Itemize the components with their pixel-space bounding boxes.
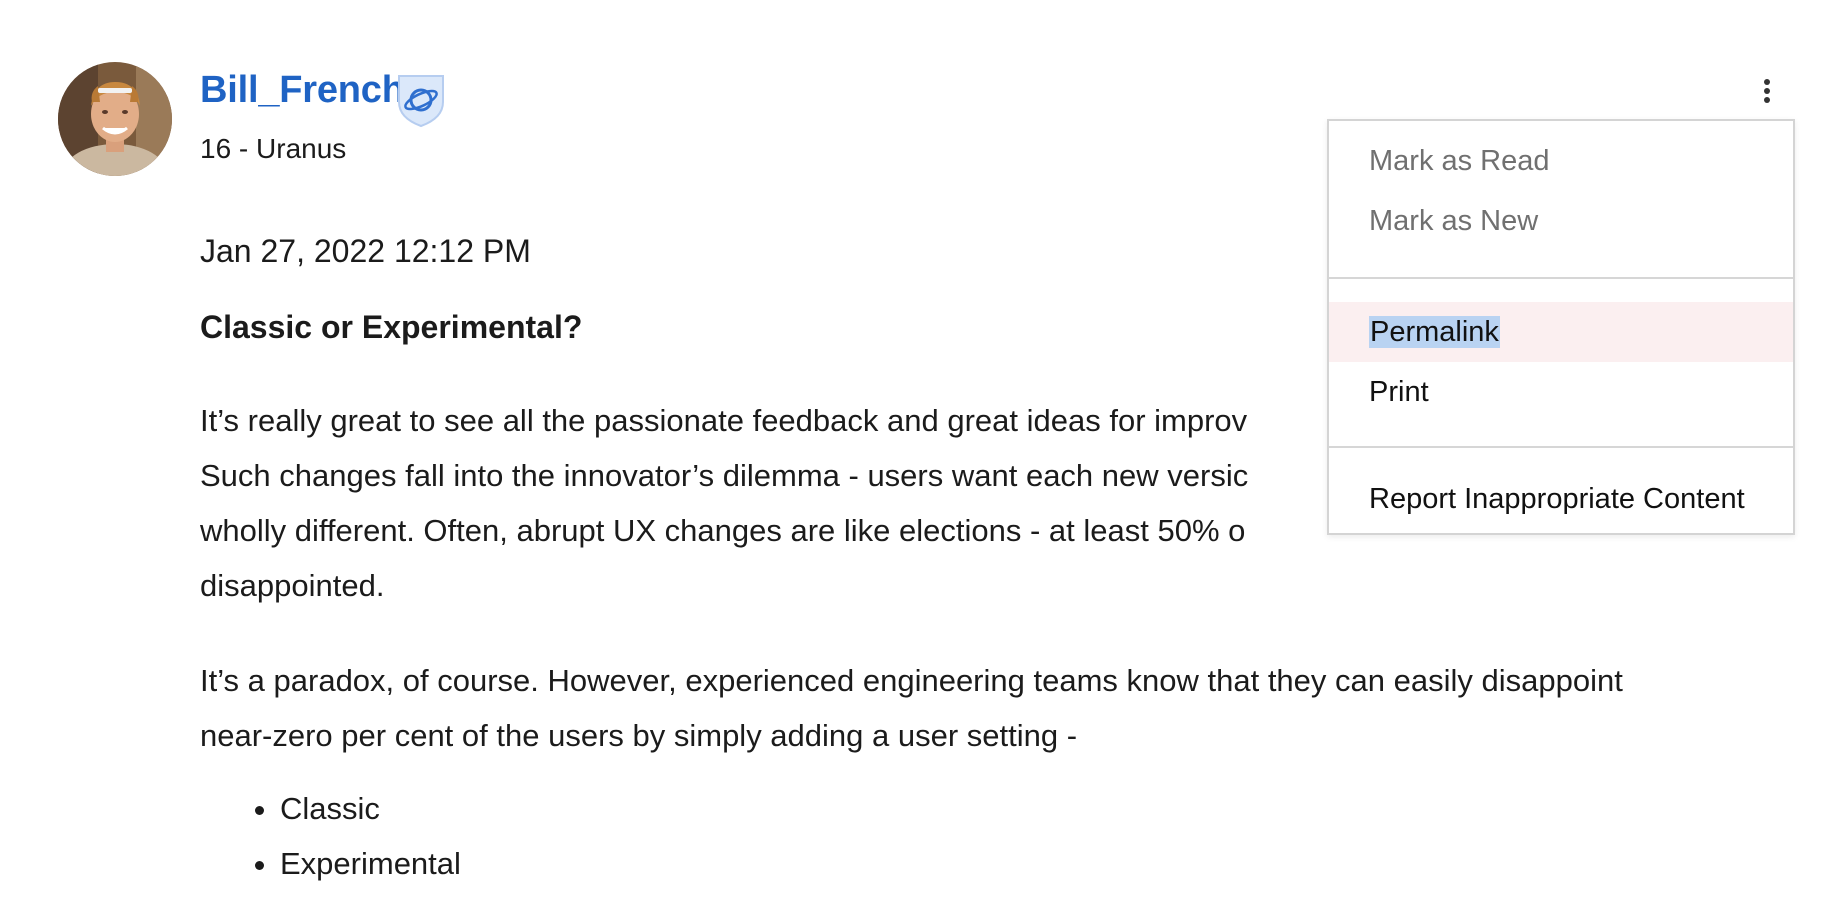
menu-item-permalink[interactable]: Permalink bbox=[1329, 302, 1793, 362]
kebab-menu-icon[interactable] bbox=[1752, 76, 1782, 110]
menu-item-print[interactable]: Print bbox=[1329, 362, 1793, 422]
author-rank: 16 - Uranus bbox=[200, 133, 347, 164]
menu-divider bbox=[1329, 277, 1793, 279]
avatar-photo bbox=[58, 62, 172, 176]
forum-post: Bill_French 16 - Uranus Jan 27, 2022 12:… bbox=[0, 0, 1830, 918]
list-item: Classic bbox=[280, 781, 1770, 836]
planet-shield-icon bbox=[395, 72, 447, 128]
menu-item-mark-as-new[interactable]: Mark as New bbox=[1329, 191, 1793, 251]
bullet-list: Classic Experimental bbox=[200, 781, 1770, 891]
post-subject: Classic or Experimental? bbox=[200, 309, 583, 345]
post-date: Jan 27, 2022 12:12 PM bbox=[200, 233, 531, 269]
author-name-link[interactable]: Bill_French bbox=[200, 69, 405, 112]
author-avatar[interactable] bbox=[58, 62, 172, 176]
post-options-menu: Mark as Read Mark as New Permalink Print… bbox=[1327, 119, 1795, 535]
menu-item-label: Permalink bbox=[1369, 316, 1500, 348]
post-paragraph: It’s a paradox, of course. However, expe… bbox=[200, 663, 1623, 753]
menu-item-mark-as-read[interactable]: Mark as Read bbox=[1329, 131, 1793, 191]
list-item: Experimental bbox=[280, 836, 1770, 891]
menu-item-report-inappropriate-content[interactable]: Report Inappropriate Content bbox=[1329, 469, 1793, 529]
menu-divider bbox=[1329, 446, 1793, 448]
